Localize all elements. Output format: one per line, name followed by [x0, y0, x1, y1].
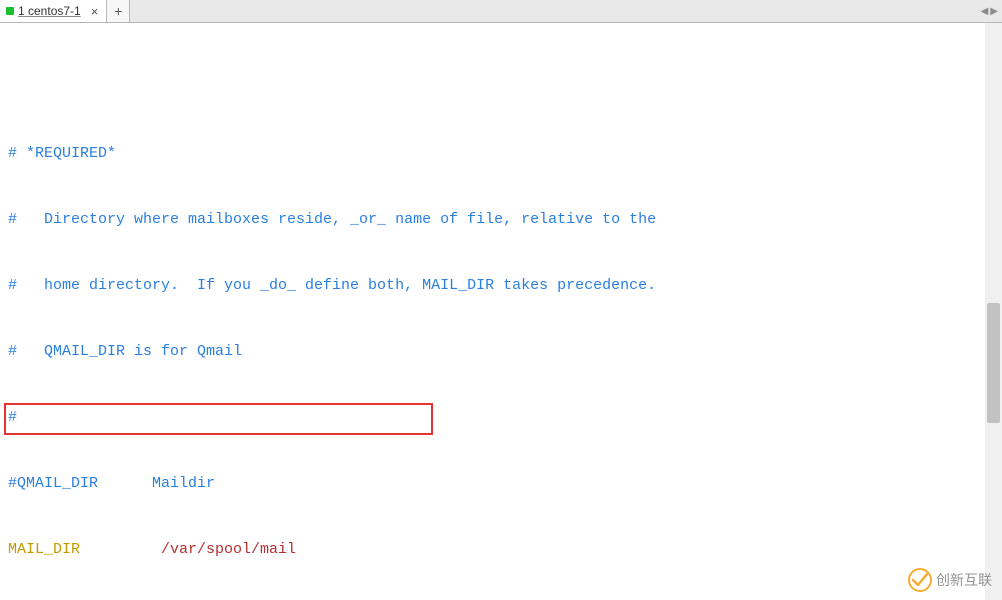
- file-line: # Directory where mailboxes reside, _or_…: [8, 209, 985, 231]
- file-line: #QMAIL_DIR Maildir: [8, 473, 985, 495]
- tab-label: 1 centos7-1: [18, 4, 81, 18]
- vertical-scrollbar[interactable]: [985, 23, 1002, 600]
- terminal-wrap: # *REQUIRED* # Directory where mailboxes…: [0, 23, 1002, 600]
- terminal[interactable]: # *REQUIRED* # Directory where mailboxes…: [0, 23, 985, 600]
- tab-nav-left-icon[interactable]: ◀: [981, 6, 989, 17]
- new-tab-button[interactable]: +: [107, 0, 130, 22]
- tab-close-button[interactable]: ×: [91, 4, 99, 19]
- status-dot-icon: [6, 7, 14, 15]
- file-line-mail-dir: MAIL_DIR/var/spool/mail: [8, 539, 985, 561]
- file-line: #: [8, 407, 985, 429]
- file-line: # *REQUIRED*: [8, 143, 985, 165]
- tab-nav: ◀ ▶: [981, 0, 1002, 22]
- tab-strip: 1 centos7-1 × + ◀ ▶: [0, 0, 1002, 23]
- tab-nav-right-icon[interactable]: ▶: [990, 6, 998, 17]
- file-line: [8, 77, 985, 99]
- file-line: # home directory. If you _do_ define bot…: [8, 275, 985, 297]
- terminal-tab[interactable]: 1 centos7-1 ×: [0, 0, 107, 22]
- scrollbar-thumb[interactable]: [987, 303, 1000, 423]
- file-line: # QMAIL_DIR is for Qmail: [8, 341, 985, 363]
